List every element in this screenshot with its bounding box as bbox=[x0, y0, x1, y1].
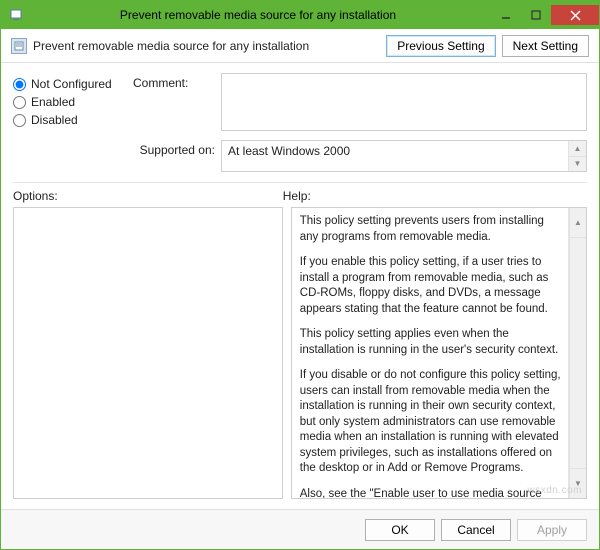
scroll-down-icon[interactable]: ▼ bbox=[568, 156, 586, 172]
comment-line: Comment: bbox=[133, 73, 587, 134]
subheader: Prevent removable media source for any i… bbox=[1, 29, 599, 63]
scroll-up-icon[interactable]: ▲ bbox=[569, 208, 586, 237]
radio-not-configured-label: Not Configured bbox=[31, 77, 112, 91]
help-paragraph: This policy setting applies even when th… bbox=[300, 327, 562, 358]
radio-enabled[interactable]: Enabled bbox=[13, 95, 133, 109]
radio-disabled-input[interactable] bbox=[13, 114, 26, 127]
supported-value: At least Windows 2000 bbox=[222, 141, 568, 171]
ok-button[interactable]: OK bbox=[365, 519, 435, 541]
help-label: Help: bbox=[283, 189, 587, 203]
apply-button: Apply bbox=[517, 519, 587, 541]
help-scrollbar[interactable]: ▲ ▼ bbox=[568, 208, 586, 498]
next-setting-button[interactable]: Next Setting bbox=[502, 35, 589, 57]
policy-icon bbox=[11, 38, 27, 54]
comment-label: Comment: bbox=[133, 73, 221, 90]
radio-disabled[interactable]: Disabled bbox=[13, 113, 133, 127]
separator bbox=[13, 182, 587, 183]
scroll-down-icon[interactable]: ▼ bbox=[569, 468, 586, 498]
help-paragraph: Also, see the "Enable user to use media … bbox=[300, 487, 562, 498]
nav-buttons: Previous Setting Next Setting bbox=[386, 35, 589, 57]
panes: This policy setting prevents users from … bbox=[13, 207, 587, 499]
footer: OK Cancel Apply bbox=[1, 509, 599, 549]
maximize-button[interactable] bbox=[521, 5, 551, 25]
options-pane bbox=[13, 207, 283, 499]
form-right: Comment: Supported on: At least Windows … bbox=[133, 73, 587, 178]
radio-not-configured[interactable]: Not Configured bbox=[13, 77, 133, 91]
scroll-up-icon[interactable]: ▲ bbox=[568, 141, 586, 156]
help-paragraph: If you disable or do not configure this … bbox=[300, 368, 562, 477]
help-pane: This policy setting prevents users from … bbox=[291, 207, 587, 499]
state-radios: Not Configured Enabled Disabled bbox=[13, 73, 133, 178]
supported-field-wrap: At least Windows 2000 ▲ ▼ bbox=[221, 140, 587, 172]
window-title: Prevent removable media source for any i… bbox=[25, 8, 491, 22]
body: Not Configured Enabled Disabled Comment: bbox=[1, 63, 599, 509]
close-icon bbox=[570, 10, 581, 21]
window-controls bbox=[491, 5, 599, 25]
scroll-track[interactable] bbox=[569, 237, 586, 468]
supported-scrollbar[interactable]: ▲ ▼ bbox=[568, 141, 586, 171]
help-text[interactable]: This policy setting prevents users from … bbox=[292, 208, 568, 498]
previous-setting-button[interactable]: Previous Setting bbox=[386, 35, 495, 57]
radio-enabled-input[interactable] bbox=[13, 96, 26, 109]
pane-labels: Options: Help: bbox=[13, 189, 587, 203]
comment-field-wrap bbox=[221, 73, 587, 134]
policy-editor-window: Prevent removable media source for any i… bbox=[0, 0, 600, 550]
cancel-button[interactable]: Cancel bbox=[441, 519, 511, 541]
policy-title: Prevent removable media source for any i… bbox=[33, 39, 386, 53]
help-paragraph: If you enable this policy setting, if a … bbox=[300, 255, 562, 317]
radio-enabled-label: Enabled bbox=[31, 95, 75, 109]
titlebar-app-icon bbox=[9, 7, 25, 23]
minimize-button[interactable] bbox=[491, 5, 521, 25]
supported-label: Supported on: bbox=[133, 140, 221, 157]
radio-disabled-label: Disabled bbox=[31, 113, 78, 127]
radio-not-configured-input[interactable] bbox=[13, 78, 26, 91]
titlebar[interactable]: Prevent removable media source for any i… bbox=[1, 1, 599, 29]
help-paragraph: This policy setting prevents users from … bbox=[300, 214, 562, 245]
minimize-icon bbox=[501, 10, 511, 20]
close-button[interactable] bbox=[551, 5, 599, 25]
maximize-icon bbox=[531, 10, 541, 20]
top-row: Not Configured Enabled Disabled Comment: bbox=[13, 73, 587, 178]
options-label: Options: bbox=[13, 189, 283, 203]
comment-input[interactable] bbox=[221, 73, 587, 131]
supported-box: At least Windows 2000 ▲ ▼ bbox=[221, 140, 587, 172]
supported-line: Supported on: At least Windows 2000 ▲ ▼ bbox=[133, 140, 587, 172]
